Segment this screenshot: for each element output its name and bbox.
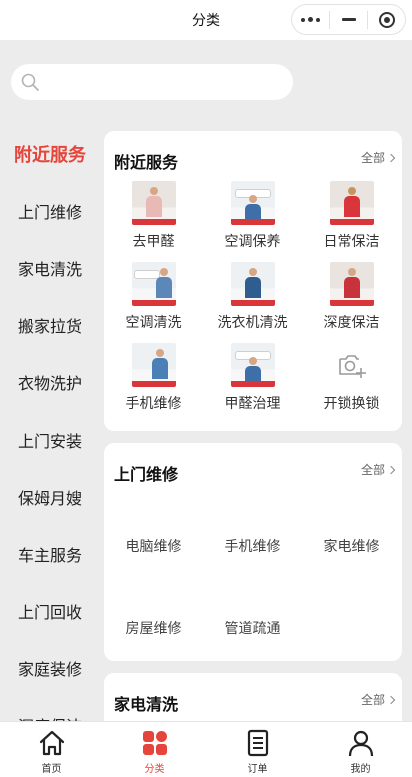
sidebar-item-moving[interactable]: 搬家拉货: [0, 297, 100, 354]
section-appliance-cleaning: 家电清洗 全部: [104, 673, 402, 721]
service-item[interactable]: 洗衣机清洗: [203, 260, 302, 341]
category-icon: [141, 729, 169, 757]
service-thumbnail: [230, 343, 275, 387]
sidebar-item-renovation[interactable]: 家庭装修: [0, 640, 100, 697]
service-item[interactable]: 房屋维修: [104, 587, 203, 669]
sidebar-item-car-owner[interactable]: 车主服务: [0, 525, 100, 582]
mini-program-capsule: [291, 4, 406, 35]
service-item[interactable]: 手机维修: [203, 505, 302, 587]
tab-label: 订单: [247, 764, 268, 775]
view-all-label: 全部: [360, 151, 385, 165]
order-icon: [244, 729, 272, 757]
tab-orders[interactable]: 订单: [206, 722, 309, 777]
service-label: 空调清洗: [125, 315, 182, 331]
more-dots-icon: [301, 17, 320, 22]
section-nearby: 附近服务 全部 去甲醛 空调保养 日常保洁 空调清洗 洗衣机清洗 深度保洁 手机…: [104, 131, 402, 431]
sidebar-item-appliance-cleaning[interactable]: 家电清洗: [0, 239, 100, 296]
service-thumbnail: [230, 262, 275, 306]
view-all-label: 全部: [360, 463, 385, 477]
service-thumbnail: [230, 181, 275, 225]
bottom-tab-bar: 首页 分类 订单 我的: [0, 721, 412, 777]
service-item[interactable]: 家电维修: [302, 505, 401, 587]
service-label: 去甲醛: [132, 234, 175, 250]
service-item[interactable]: 手机维修: [104, 341, 203, 422]
tab-category[interactable]: 分类: [103, 722, 206, 777]
chevron-right-icon: [386, 153, 396, 162]
tab-label: 首页: [41, 764, 62, 775]
view-all-link[interactable]: 全部: [360, 461, 396, 478]
sidebar-item-deep-cleaning[interactable]: 深度保洁: [0, 697, 100, 721]
service-item[interactable]: 空调清洗: [104, 260, 203, 341]
chevron-right-icon: [386, 465, 396, 474]
sidebar-item-repair[interactable]: 上门维修: [0, 182, 100, 239]
chevron-right-icon: [386, 695, 396, 704]
more-button[interactable]: [292, 5, 329, 34]
user-icon: [347, 729, 375, 757]
service-item[interactable]: 电脑维修: [104, 505, 203, 587]
service-label: 日常保洁: [323, 234, 380, 250]
minimize-icon: [341, 18, 356, 21]
service-thumbnail: [131, 181, 176, 225]
close-miniprogram-button[interactable]: [368, 5, 405, 34]
sidebar-item-laundry[interactable]: 衣物洗护: [0, 354, 100, 411]
section-title: 上门维修: [114, 465, 179, 484]
view-all-link[interactable]: 全部: [360, 149, 396, 166]
service-item[interactable]: 管道疏通: [203, 587, 302, 669]
service-item[interactable]: 开锁换锁: [302, 341, 401, 422]
tab-home[interactable]: 首页: [0, 722, 103, 777]
service-label: 甲醛治理: [224, 396, 281, 412]
service-label: 深度保洁: [323, 315, 380, 331]
service-item[interactable]: 去甲醛: [104, 179, 203, 260]
section-title: 家电清洗: [114, 695, 179, 714]
target-icon: [378, 11, 395, 28]
service-thumbnail: [131, 262, 176, 306]
sidebar-item-recycling[interactable]: 上门回收: [0, 583, 100, 640]
tab-label: 我的: [350, 764, 371, 775]
search-input[interactable]: [47, 64, 277, 100]
service-label: 洗衣机清洗: [217, 315, 288, 331]
category-content: 附近服务 全部 去甲醛 空调保养 日常保洁 空调清洗 洗衣机清洗 深度保洁 手机…: [104, 131, 402, 721]
tab-profile[interactable]: 我的: [309, 722, 412, 777]
search-icon: [20, 72, 40, 96]
service-thumbnail: [131, 343, 176, 387]
tab-label: 分类: [144, 764, 165, 775]
category-sidebar: 附近服务 上门维修 家电清洗 搬家拉货 衣物洗护 上门安装 保姆月嫂 车主服务 …: [0, 125, 100, 721]
view-all-label: 全部: [360, 693, 385, 707]
home-icon: [38, 729, 66, 757]
section-title: 附近服务: [114, 153, 179, 172]
service-item[interactable]: 日常保洁: [302, 179, 401, 260]
sidebar-item-nanny[interactable]: 保姆月嫂: [0, 468, 100, 525]
search-bar[interactable]: [11, 64, 293, 100]
service-label: 手机维修: [125, 396, 182, 412]
sidebar-item-nearby[interactable]: 附近服务: [0, 125, 100, 182]
service-thumbnail: [329, 181, 374, 225]
service-item[interactable]: 甲醛治理: [203, 341, 302, 422]
camera-icon: [330, 343, 374, 387]
service-label: 开锁换锁: [323, 396, 380, 412]
service-label: 空调保养: [224, 234, 281, 250]
view-all-link[interactable]: 全部: [360, 691, 396, 708]
minimize-button[interactable]: [330, 5, 367, 34]
service-item[interactable]: 空调保养: [203, 179, 302, 260]
service-item[interactable]: 深度保洁: [302, 260, 401, 341]
section-repair: 上门维修 全部 电脑维修 手机维修 家电维修 房屋维修 管道疏通: [104, 443, 402, 661]
sidebar-item-installation[interactable]: 上门安装: [0, 411, 100, 468]
top-nav-bar: 分类: [0, 0, 412, 40]
service-thumbnail: [329, 262, 374, 306]
